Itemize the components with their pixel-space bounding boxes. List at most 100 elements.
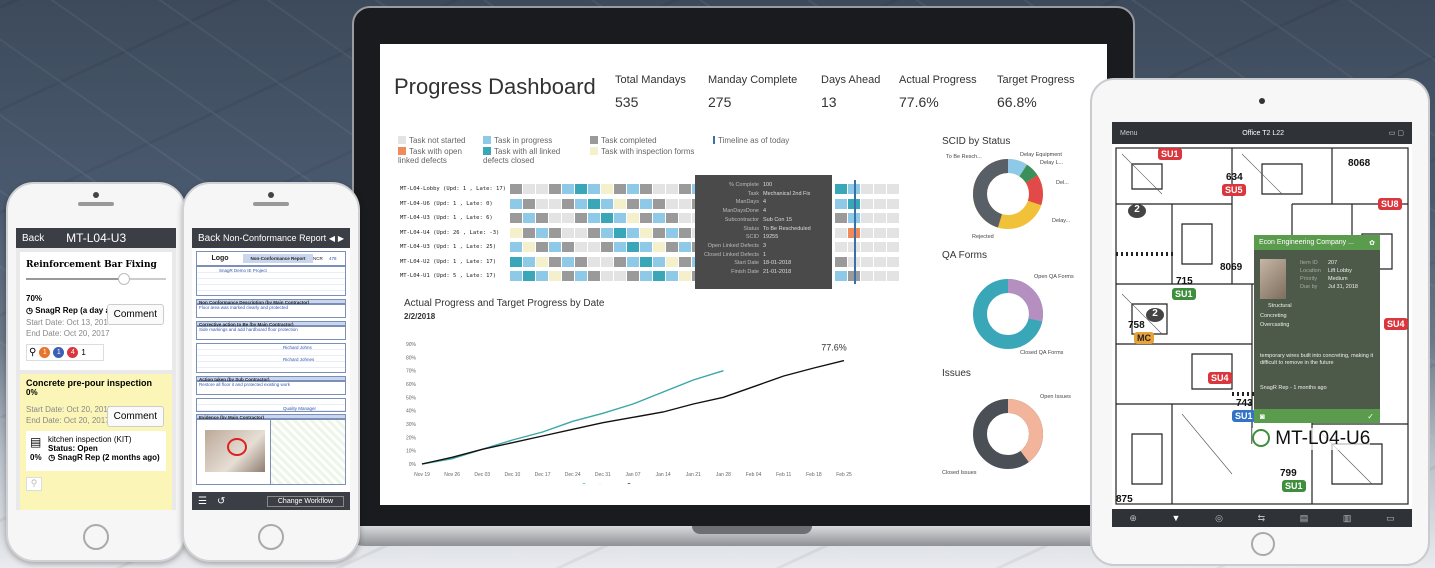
gantt-cell[interactable] — [887, 242, 899, 252]
next-icon[interactable]: ▶ — [338, 234, 344, 243]
comment-button[interactable]: Comment — [106, 406, 164, 427]
gantt-cell[interactable] — [549, 242, 561, 252]
map-pin[interactable]: MC — [1134, 332, 1154, 344]
gantt-cell[interactable] — [666, 198, 678, 209]
back-button[interactable]: Back — [198, 233, 220, 244]
gantt-cell[interactable] — [601, 213, 613, 223]
gantt-cell[interactable] — [874, 198, 886, 209]
gantt-cell[interactable] — [510, 227, 522, 238]
gantt-cell[interactable] — [835, 213, 847, 223]
gantt-cell[interactable] — [835, 198, 847, 209]
gantt-cell[interactable] — [549, 213, 561, 223]
gantt-cell[interactable] — [835, 227, 847, 238]
gantt-cell[interactable] — [523, 213, 535, 223]
columns-icon[interactable]: ▥ — [1343, 513, 1352, 524]
gantt-cell[interactable] — [679, 213, 691, 223]
gantt-cell[interactable] — [523, 198, 535, 209]
gantt-cell[interactable] — [874, 227, 886, 238]
gantt-cell[interactable] — [575, 184, 587, 194]
gantt-cell[interactable] — [562, 213, 574, 223]
gantt-cell[interactable] — [510, 256, 522, 267]
defect-badges[interactable]: ⚲ 1 1 4 1 — [26, 344, 104, 361]
globe-icon[interactable]: ◎ — [1215, 513, 1223, 524]
map-pin[interactable]: SU8 — [1378, 198, 1402, 210]
gantt-cell[interactable] — [679, 242, 691, 252]
gantt-cell[interactable] — [874, 184, 886, 194]
gantt-cell[interactable] — [588, 213, 600, 223]
gantt-cell[interactable] — [549, 198, 561, 209]
gantt-cell[interactable] — [835, 271, 847, 281]
gantt-cell[interactable] — [536, 271, 548, 281]
map-pin[interactable]: SU5 — [1222, 184, 1246, 196]
gantt-cell[interactable] — [536, 242, 548, 252]
section-corrective-text[interactable]: Side markings and add hardboard floor pr… — [196, 326, 346, 340]
comment-button[interactable]: Comment — [106, 304, 164, 325]
gantt-cell[interactable] — [653, 227, 665, 238]
gantt-cell[interactable] — [666, 213, 678, 223]
gantt-cell[interactable] — [835, 256, 847, 267]
gantt-cell[interactable] — [536, 198, 548, 209]
menu-button[interactable]: Menu — [1120, 130, 1138, 137]
gantt-cell[interactable] — [666, 271, 678, 281]
gantt-cell[interactable] — [679, 227, 691, 238]
task-card[interactable]: Concrete pre-pour inspection 0% Start Da… — [20, 374, 172, 510]
gantt-cell[interactable] — [887, 271, 899, 281]
gantt-cell[interactable] — [575, 271, 587, 281]
list-icon[interactable]: ▤ — [1300, 513, 1309, 524]
gantt-cell[interactable] — [874, 271, 886, 281]
gantt-cell[interactable] — [601, 256, 613, 267]
gantt-cell[interactable] — [861, 213, 873, 223]
gantt-cell[interactable] — [601, 227, 613, 238]
folder-icon[interactable]: ▭ — [1386, 513, 1395, 524]
map-pin[interactable]: SU4 — [1384, 318, 1408, 330]
task-card[interactable]: Reinforcement Bar Fixing 70% ◷ SnagR Rep… — [20, 252, 172, 370]
gantt-cell[interactable] — [653, 198, 665, 209]
gantt-cell[interactable] — [523, 271, 535, 281]
gantt-cell[interactable] — [588, 242, 600, 252]
gantt-cell[interactable] — [614, 184, 626, 194]
swap-icon[interactable]: ⇆ — [1258, 513, 1266, 524]
gantt-cell[interactable] — [679, 184, 691, 194]
defect-thumbnail[interactable] — [1260, 259, 1286, 299]
gantt-cell[interactable] — [588, 227, 600, 238]
home-button[interactable] — [1251, 532, 1275, 556]
gantt-cell[interactable] — [835, 242, 847, 252]
gantt-cell[interactable] — [601, 184, 613, 194]
gantt-cell[interactable] — [588, 271, 600, 281]
gantt-cell[interactable] — [562, 184, 574, 194]
gantt-cell[interactable] — [679, 271, 691, 281]
cluster-badge[interactable]: 2 — [1128, 204, 1146, 218]
map-pin[interactable]: SU1 — [1232, 410, 1256, 422]
gantt-cell[interactable] — [640, 256, 652, 267]
history-icon[interactable]: ↺ — [217, 496, 225, 507]
gantt-cell[interactable] — [666, 256, 678, 267]
map-pin[interactable]: SU1 — [1158, 148, 1182, 160]
gantt-cell[interactable] — [640, 242, 652, 252]
gantt-cell[interactable] — [575, 227, 587, 238]
gantt-cell[interactable] — [536, 256, 548, 267]
gantt-cell[interactable] — [640, 198, 652, 209]
gantt-cell[interactable] — [614, 271, 626, 281]
check-icon[interactable]: ✓ — [1367, 412, 1374, 421]
pin-icon[interactable]: ⚲ — [26, 477, 42, 491]
gantt-cell[interactable] — [614, 242, 626, 252]
gantt-cell[interactable] — [510, 213, 522, 223]
home-button[interactable] — [258, 524, 284, 550]
gantt-cell[interactable] — [510, 198, 522, 209]
gantt-cell[interactable] — [640, 227, 652, 238]
gantt-cell[interactable] — [549, 256, 561, 267]
gantt-cell[interactable] — [640, 213, 652, 223]
gantt-cell[interactable] — [523, 184, 535, 194]
gantt-cell[interactable] — [861, 198, 873, 209]
section-description-text[interactable]: Floor area was marked clearly and protec… — [196, 304, 346, 318]
layers-icon[interactable]: ▭ ▢ — [1389, 129, 1404, 137]
gantt-cell[interactable] — [666, 184, 678, 194]
filter-icon[interactable]: ▼ — [1172, 513, 1181, 523]
gantt-cell[interactable] — [679, 198, 691, 209]
section-action-text[interactable]: Restore all floor it and protected exist… — [196, 381, 346, 395]
gantt-cell[interactable] — [523, 242, 535, 252]
gantt-cell[interactable] — [666, 242, 678, 252]
gantt-cell[interactable] — [679, 256, 691, 267]
gantt-cell[interactable] — [861, 242, 873, 252]
gantt-cell[interactable] — [627, 227, 639, 238]
